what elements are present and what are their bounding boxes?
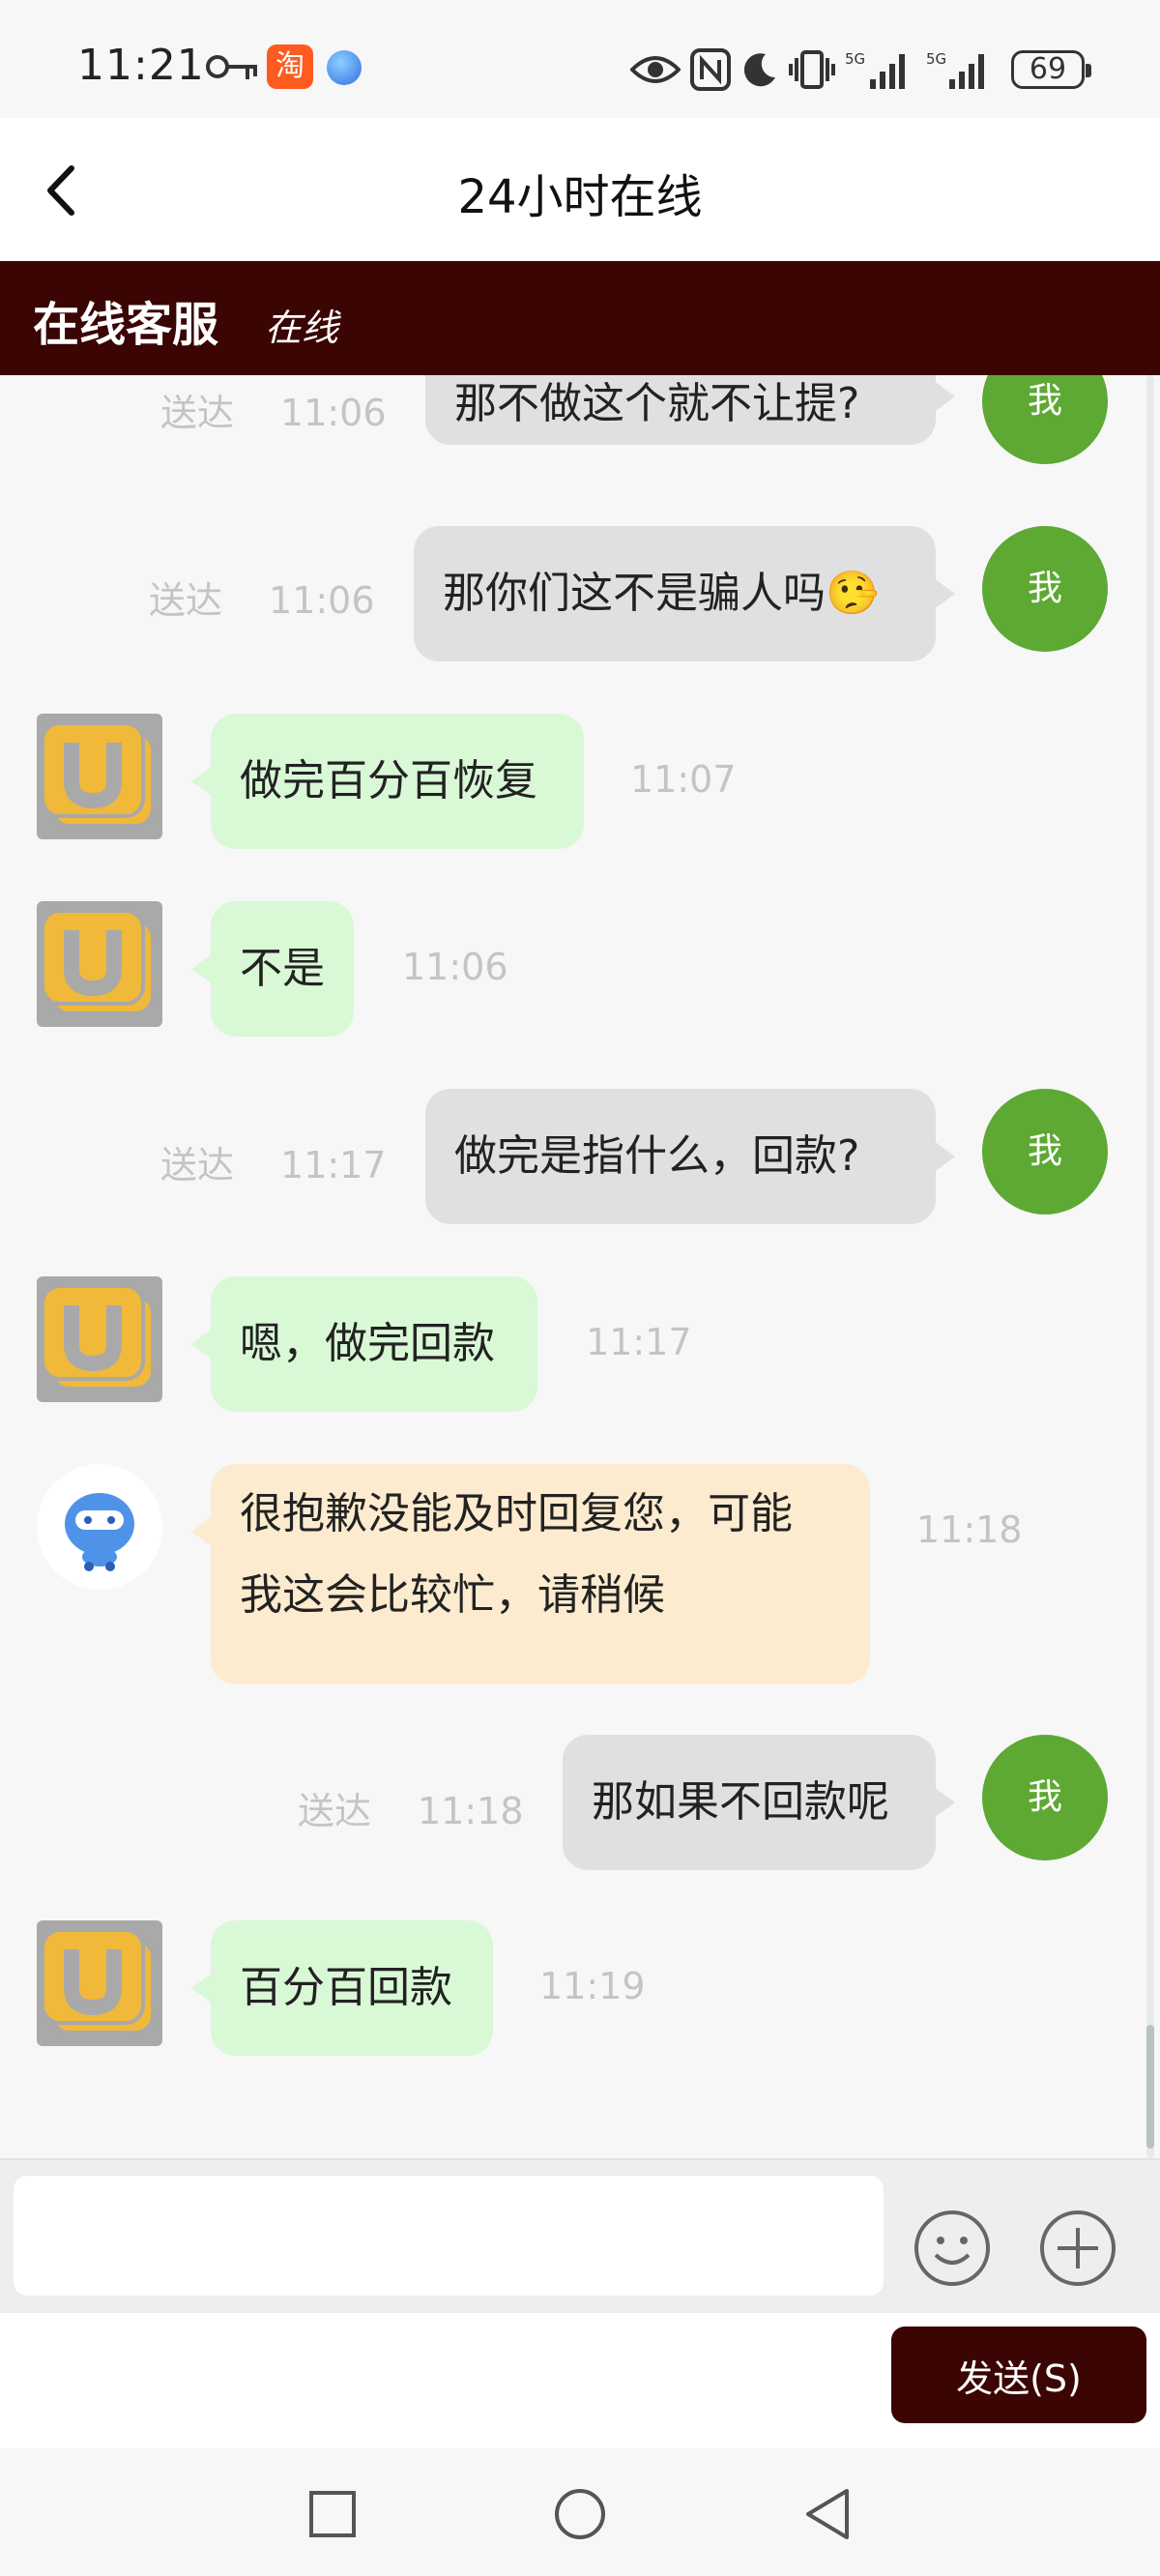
- emoji: 🤥: [826, 569, 879, 618]
- service-title: 在线客服: [33, 298, 219, 352]
- message-time: 11:07: [630, 758, 737, 801]
- agent-avatar[interactable]: [37, 1276, 162, 1402]
- message-meta: 送达 11:06: [149, 571, 375, 624]
- message-text: 那不做这个就不让提?: [454, 379, 860, 428]
- message-bubble[interactable]: 做完是指什么，回款?: [425, 1089, 955, 1224]
- agent-logo-icon: [41, 1928, 155, 2034]
- emoji-icon[interactable]: [913, 2209, 992, 2288]
- message-bubble[interactable]: 那如果不回款呢: [563, 1735, 955, 1870]
- avatar[interactable]: 我: [982, 375, 1108, 464]
- status-icons: 5G 5G 69: [630, 43, 1091, 97]
- message-bubble[interactable]: 做完百分百恢复: [191, 714, 584, 849]
- plus-icon[interactable]: [1038, 2209, 1117, 2288]
- moon-icon: [743, 53, 775, 87]
- message-meta: 送达 11:17: [160, 1135, 387, 1188]
- robot-icon: [65, 1493, 134, 1571]
- back-triangle-icon[interactable]: [798, 2485, 856, 2543]
- message-bubble[interactable]: 嗯，做完回款: [191, 1276, 537, 1412]
- delivery-status: 送达: [160, 392, 235, 434]
- recent-apps-icon[interactable]: [304, 2485, 362, 2543]
- nfc-icon: [690, 48, 731, 91]
- message-text: 那如果不回款呢: [592, 1777, 889, 1827]
- message-time: 11:06: [402, 946, 508, 988]
- message-text: 做完是指什么，回款?: [454, 1131, 860, 1181]
- home-icon[interactable]: [551, 2485, 609, 2543]
- scrollbar-track[interactable]: [1146, 375, 1154, 2158]
- message-bubble[interactable]: 很抱歉没能及时回复您，可能 我这会比较忙，请稍候: [191, 1464, 870, 1684]
- vibrate-icon: [789, 50, 835, 89]
- message-time: 11:18: [916, 1508, 1023, 1551]
- agent-avatar[interactable]: [37, 901, 162, 1027]
- delivery-status: 送达: [149, 579, 223, 622]
- agent-avatar[interactable]: [37, 1920, 162, 2046]
- message-text: 那你们这不是骗人吗: [443, 569, 826, 618]
- message-time: 11:06: [269, 579, 375, 622]
- service-status: 在线: [265, 307, 339, 349]
- message-time: 11:19: [539, 1965, 646, 2007]
- message-bubble[interactable]: 那不做这个就不让提?: [425, 375, 955, 445]
- message-time: 11:17: [586, 1321, 692, 1363]
- message-text: 做完百分百恢复: [240, 756, 537, 805]
- browser-icon: [327, 50, 362, 85]
- message-text: 百分百回款: [240, 1963, 452, 2012]
- agent-logo-icon: [41, 1284, 155, 1390]
- agent-logo-icon: [41, 909, 155, 1015]
- message-text-line: 我这会比较忙，请稍候: [240, 1570, 665, 1620]
- bot-avatar[interactable]: [37, 1464, 162, 1590]
- svg-text:5G: 5G: [926, 50, 946, 68]
- message-bubble[interactable]: 那你们这不是骗人吗🤥: [414, 526, 955, 661]
- send-row: 发送(S): [0, 2313, 1160, 2448]
- battery-icon: 69: [1011, 50, 1091, 89]
- avatar[interactable]: 我: [982, 1089, 1108, 1215]
- message-bubble[interactable]: 不是: [191, 901, 354, 1037]
- delivery-status: 送达: [160, 1144, 235, 1186]
- page-title: 24小时在线: [457, 170, 703, 224]
- taobao-icon: 淘: [267, 44, 313, 89]
- message-input[interactable]: [14, 2176, 884, 2296]
- message-time: 11:17: [280, 1144, 387, 1186]
- system-nav-bar: [0, 2448, 1160, 2576]
- avatar[interactable]: 我: [982, 1735, 1108, 1860]
- message-text: 嗯，做完回款: [240, 1319, 495, 1368]
- agent-logo-icon: [41, 721, 155, 828]
- top-nav: 24小时在线: [0, 118, 1160, 261]
- scrollbar-thumb[interactable]: [1146, 2025, 1154, 2149]
- message-text-line: 很抱歉没能及时回复您，可能: [240, 1489, 793, 1538]
- message-meta: 送达 11:06: [160, 383, 387, 436]
- avatar[interactable]: 我: [982, 526, 1108, 652]
- chat-area[interactable]: 送达 11:06 那不做这个就不让提? 我 送达 11:06 那你们这不是骗人吗🤥 …: [0, 375, 1160, 2158]
- message-bubble[interactable]: 百分百回款: [191, 1920, 493, 2056]
- service-header: 在线客服 在线: [0, 261, 1160, 375]
- message-text: 不是: [240, 944, 325, 993]
- signal-icon: 5G: [845, 50, 905, 89]
- delivery-status: 送达: [298, 1790, 372, 1832]
- composer: [0, 2158, 1160, 2313]
- message-meta: 送达 11:18: [298, 1781, 524, 1834]
- clock: 11:21: [77, 41, 205, 90]
- message-time: 11:18: [418, 1790, 524, 1832]
- key-icon: [206, 55, 257, 79]
- svg-text:5G: 5G: [845, 50, 865, 68]
- send-button[interactable]: 发送(S): [891, 2327, 1146, 2423]
- agent-avatar[interactable]: [37, 714, 162, 839]
- status-bar: 11:21 淘 5G 5G 69: [0, 0, 1160, 118]
- eye-icon: [630, 56, 681, 83]
- signal-icon: 5G: [926, 50, 984, 89]
- message-time: 11:06: [280, 392, 387, 434]
